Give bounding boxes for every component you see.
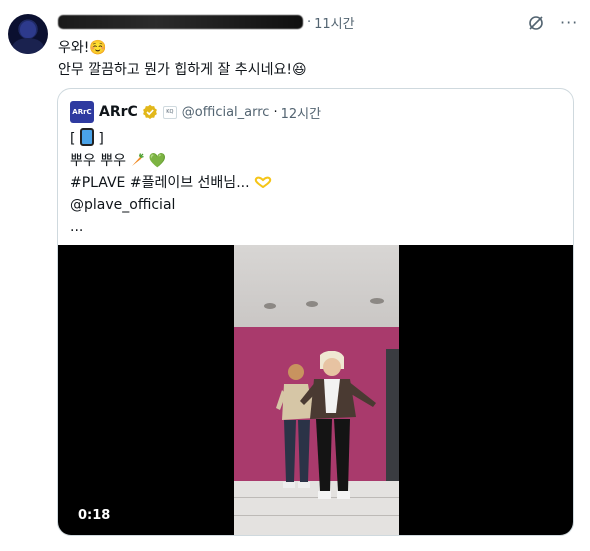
video-player[interactable]: 0:18 xyxy=(58,245,573,535)
dark-wall-panel xyxy=(386,349,399,483)
redacted-username xyxy=(58,15,303,29)
ceiling-light xyxy=(264,303,276,309)
affiliate-badge[interactable]: KQ xyxy=(162,105,177,119)
ceiling-light xyxy=(370,298,384,304)
tweet-line-2: 안무 깔끔하고 뭔가 힙하게 잘 추시네요!😆 xyxy=(58,62,307,78)
quote-line-2-text: 뿌우 뿌우 xyxy=(70,153,126,169)
separator-dot: · xyxy=(273,104,278,120)
tweet-text: 우와!☺️ 안무 깔끔하고 뭔가 힙하게 잘 추시네요!😆 xyxy=(58,37,307,81)
verified-badge-icon xyxy=(142,104,157,119)
video-frame xyxy=(234,245,399,535)
carrot-icon xyxy=(132,153,145,166)
quote-handle[interactable]: @official_arrc xyxy=(182,105,270,120)
quote-line-3: #PLAVE #플레이브 선배님... xyxy=(70,172,272,194)
ceiling-light xyxy=(306,301,318,307)
quote-line-2: 뿌우 뿌우 💚 xyxy=(70,150,272,172)
quote-avatar-logo[interactable]: ARrC xyxy=(70,101,94,123)
tweet-line-1: 우와!☺️ xyxy=(58,40,107,56)
quote-display-name[interactable]: ARrC xyxy=(99,104,138,120)
tweet-header: · 11시간 xyxy=(58,12,355,32)
avatar[interactable] xyxy=(8,14,48,54)
separator-dot: · xyxy=(307,14,312,30)
quote-header: ARrC ARrC KQ @official_arrc · 12시간 xyxy=(70,101,321,123)
quoted-tweet[interactable]: ARrC ARrC KQ @official_arrc · 12시간 [ ] 뿌… xyxy=(57,88,574,536)
heart-hands-icon xyxy=(254,176,272,188)
quote-line-1: [ ] xyxy=(70,128,272,150)
more-icon[interactable]: ··· xyxy=(560,14,580,32)
grok-icon[interactable] xyxy=(528,15,544,31)
mobile-phone-icon xyxy=(79,128,94,146)
dancer-front xyxy=(300,351,376,499)
quote-truncation: ... xyxy=(70,219,84,235)
bracket-close: ] xyxy=(98,131,104,147)
quote-timestamp[interactable]: 12시간 xyxy=(281,103,321,122)
ceiling xyxy=(234,245,399,331)
quote-mention[interactable]: @plave_official xyxy=(70,194,272,216)
green-heart-icon: 💚 xyxy=(148,153,167,169)
avatar-head xyxy=(20,21,36,38)
bracket-open: [ xyxy=(70,131,76,147)
floor-line xyxy=(234,515,399,516)
video-timestamp: 0:18 xyxy=(78,508,111,523)
avatar-shoulders xyxy=(12,38,44,54)
quote-hashtags[interactable]: #PLAVE #플레이브 선배님... xyxy=(70,175,250,191)
tweet-timestamp[interactable]: 11시간 xyxy=(314,13,354,32)
quote-body: [ ] 뿌우 뿌우 💚 #PLAVE #플레이브 선배님... @plave_o… xyxy=(70,128,272,238)
